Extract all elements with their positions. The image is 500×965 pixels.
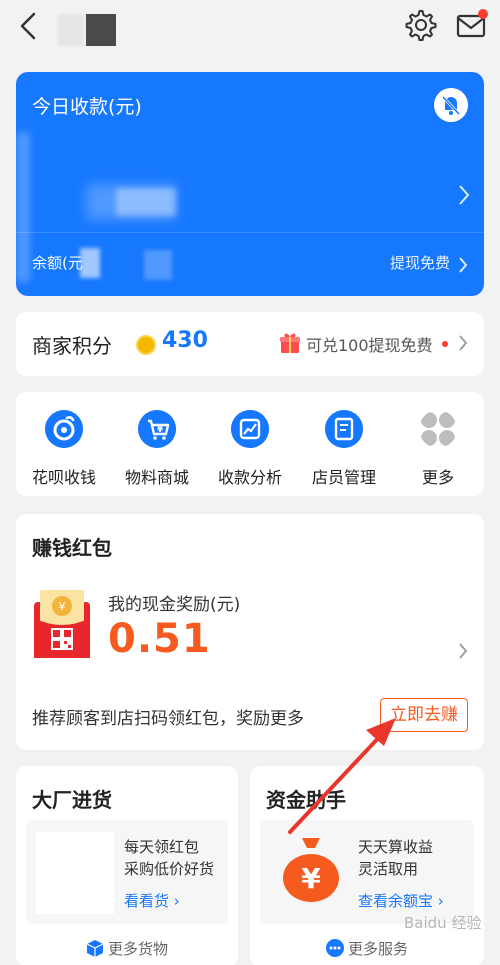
today-receipts-card[interactable]: 今日收款(元) 余额(元 提现免费 bbox=[16, 72, 484, 296]
balance-label: 余额(元 bbox=[32, 254, 83, 272]
earn-now-button[interactable]: 立即去赚 bbox=[380, 698, 468, 732]
wholesale-line1: 每天领红包 bbox=[124, 838, 200, 856]
menu-item-huabei[interactable]: 花呗收钱 bbox=[24, 410, 104, 487]
wholesale-promo[interactable]: 每天领红包 采购低价好货 看看货 › bbox=[26, 820, 228, 924]
merchant-points-row[interactable]: 商家积分 430 可兑100提现免费 bbox=[16, 312, 484, 376]
menu-item-materials-mall[interactable]: ¥ 物料商城 bbox=[117, 410, 197, 487]
blurred-balance bbox=[80, 248, 100, 278]
watermark: Baidu 经验 bbox=[404, 914, 482, 932]
points-label: 商家积分 bbox=[32, 334, 112, 358]
huabei-icon bbox=[45, 410, 83, 448]
menu-label: 物料商城 bbox=[124, 468, 189, 487]
red-envelope-icon: ¥ bbox=[34, 590, 90, 658]
bell-off-icon[interactable] bbox=[434, 88, 468, 122]
today-receipts-title: 今日收款(元) bbox=[32, 96, 142, 118]
staff-icon bbox=[325, 410, 363, 448]
svg-text:¥: ¥ bbox=[157, 425, 164, 435]
cash-reward-value: 0.51 bbox=[108, 616, 211, 662]
more-goods-link[interactable]: 更多货物 bbox=[16, 938, 238, 959]
withdraw-free-link[interactable]: 提现免费 bbox=[390, 252, 450, 273]
menu-label: 花呗收钱 bbox=[31, 468, 96, 487]
red-dot-badge bbox=[442, 341, 448, 347]
blurred-region bbox=[16, 132, 30, 282]
more-services-link[interactable]: 更多服务 bbox=[250, 938, 484, 959]
svg-text:¥: ¥ bbox=[301, 862, 321, 895]
mail-icon[interactable] bbox=[454, 6, 490, 42]
chart-icon bbox=[231, 410, 269, 448]
top-bar bbox=[0, 0, 500, 56]
finance-line1: 天天算收益 bbox=[358, 838, 434, 856]
menu-label: 收款分析 bbox=[217, 468, 282, 487]
chevron-right-icon bbox=[459, 185, 470, 205]
goods-image bbox=[36, 832, 114, 914]
finance-title: 资金助手 bbox=[266, 788, 346, 812]
chevron-right-icon bbox=[459, 257, 468, 273]
red-packet-card: 赚钱红包 ¥ 我的现金奖励(元) 0.51 推荐顾客到店扫码领红包，奖励更多 立… bbox=[16, 514, 484, 750]
points-promo: 可兑100提现免费 bbox=[306, 336, 433, 355]
finance-line2: 灵活取用 bbox=[358, 860, 419, 878]
shopping-cart-icon: ¥ bbox=[138, 410, 176, 448]
referral-description: 推荐顾客到店扫码领红包，奖励更多 bbox=[32, 709, 304, 729]
finance-assistant-card[interactable]: 资金助手 ¥ 天天算收益 灵活取用 查看余额宝 › 更多服务 bbox=[250, 766, 484, 965]
notification-dot bbox=[478, 9, 488, 19]
blurred-amount-detail bbox=[116, 188, 176, 216]
finance-promo[interactable]: ¥ 天天算收益 灵活取用 查看余额宝 › bbox=[260, 820, 474, 924]
wholesale-card[interactable]: 大厂进货 每天领红包 采购低价好货 看看货 › 更多货物 bbox=[16, 766, 238, 965]
view-yuebao-link[interactable]: 查看余额宝 › bbox=[358, 890, 444, 911]
chevron-right-icon bbox=[459, 335, 468, 351]
red-packet-title: 赚钱红包 bbox=[32, 536, 112, 560]
points-value: 430 bbox=[162, 328, 208, 353]
menu-label: 店员管理 bbox=[311, 468, 376, 487]
view-goods-link[interactable]: 看看货 › bbox=[124, 890, 180, 911]
coin-icon bbox=[136, 335, 156, 355]
gear-icon[interactable] bbox=[404, 8, 438, 42]
money-bag-icon: ¥ bbox=[283, 838, 339, 902]
cube-icon bbox=[86, 940, 104, 957]
wholesale-line2: 采购低价好货 bbox=[124, 860, 215, 878]
wholesale-title: 大厂进货 bbox=[32, 788, 112, 812]
menu-item-staff-management[interactable]: 店员管理 bbox=[304, 410, 384, 487]
menu-item-more[interactable]: 更多 bbox=[398, 410, 478, 487]
menu-label: 更多 bbox=[421, 468, 454, 487]
more-dots-icon bbox=[325, 939, 344, 957]
blurred-shop-name bbox=[58, 14, 118, 46]
chevron-left-icon[interactable] bbox=[14, 10, 42, 42]
blurred-balance-value bbox=[144, 250, 172, 280]
cash-reward-label: 我的现金奖励(元) bbox=[108, 595, 241, 615]
feature-menu: 花呗收钱 ¥ 物料商城 收款分析 店员管理 更多 bbox=[16, 392, 484, 496]
divider bbox=[16, 232, 484, 233]
menu-item-receipt-analysis[interactable]: 收款分析 bbox=[210, 410, 290, 487]
svg-text:¥: ¥ bbox=[59, 600, 66, 613]
grid-icon bbox=[421, 412, 455, 446]
gift-icon bbox=[280, 333, 300, 353]
chevron-right-icon[interactable] bbox=[458, 642, 468, 660]
